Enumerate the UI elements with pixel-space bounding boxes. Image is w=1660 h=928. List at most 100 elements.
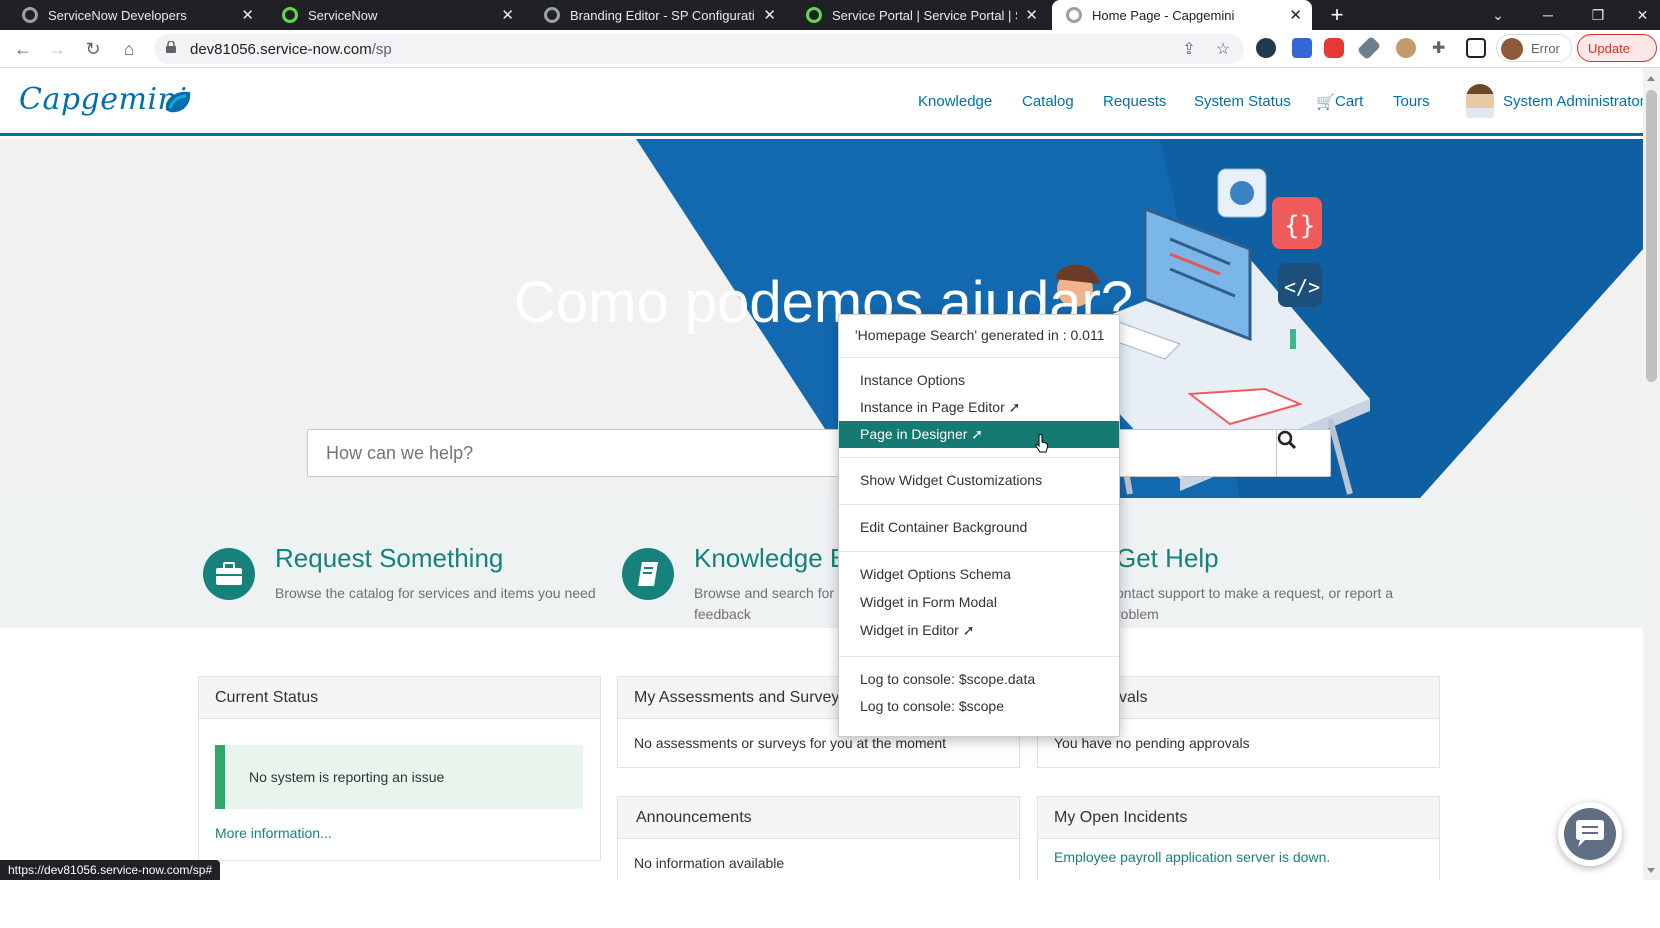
current-status-widget: Current Status No system is reporting an… bbox=[198, 676, 601, 861]
user-menu-name[interactable]: System Administrator bbox=[1503, 93, 1643, 110]
servicenow-favicon-icon bbox=[22, 7, 38, 23]
red-extension-icon[interactable] bbox=[1324, 38, 1344, 58]
nav-system-status[interactable]: System Status bbox=[1194, 93, 1291, 110]
menu-item-show-widget-customizations[interactable]: Show Widget Customizations bbox=[839, 467, 1119, 493]
tab-title: Branding Editor - SP Configuratic bbox=[570, 7, 756, 23]
tile-title: Get Help bbox=[1116, 543, 1219, 573]
close-tab-icon[interactable]: ✕ bbox=[1025, 6, 1038, 24]
minimize-icon[interactable]: ─ bbox=[1525, 0, 1571, 30]
tab-title: ServiceNow bbox=[308, 7, 378, 23]
nav-tours[interactable]: Tours bbox=[1393, 93, 1430, 110]
update-label: Update bbox=[1588, 41, 1630, 56]
panel-header: My Open Incidents bbox=[1038, 797, 1439, 839]
browser-tab[interactable]: Service Portal | Service Portal | Se ✕ bbox=[792, 0, 1048, 30]
url-text: dev81056.service-now.com/sp bbox=[190, 41, 392, 58]
cookie-extension-icon[interactable] bbox=[1396, 38, 1416, 58]
pen-extension-icon[interactable] bbox=[1356, 35, 1382, 61]
search-button[interactable] bbox=[1276, 430, 1330, 476]
menu-item-instance-options[interactable]: Instance Options bbox=[839, 367, 1119, 393]
tile-title: Knowledge B bbox=[694, 543, 848, 573]
hand-cursor-icon bbox=[1035, 434, 1049, 453]
panel-title: Announcements bbox=[636, 809, 752, 826]
scroll-thumb[interactable] bbox=[1646, 90, 1657, 382]
new-tab-plus-icon[interactable]: + bbox=[1322, 0, 1352, 30]
panel-title: Current Status bbox=[215, 689, 319, 706]
close-tab-icon[interactable]: ✕ bbox=[501, 6, 514, 24]
scroll-down-arrow-icon[interactable] bbox=[1647, 868, 1655, 873]
menu-divider bbox=[839, 504, 1119, 505]
tile-description: Browse and search for feedback bbox=[694, 585, 835, 622]
close-tab-icon[interactable]: ✕ bbox=[763, 6, 776, 24]
panel-header: Announcements bbox=[618, 797, 1019, 839]
close-tab-icon[interactable]: ✕ bbox=[1289, 6, 1302, 24]
menu-item-edit-container-background[interactable]: Edit Container Background bbox=[839, 514, 1119, 540]
servicenow-favicon-icon bbox=[282, 7, 298, 23]
share-icon[interactable]: ⇪ bbox=[1180, 41, 1198, 59]
virtual-agent-chat-button[interactable] bbox=[1558, 802, 1622, 866]
gear-extension-icon[interactable] bbox=[1256, 38, 1276, 58]
open-incidents-widget: My Open Incidents Employee payroll appli… bbox=[1037, 796, 1440, 880]
tile-title: Request Something bbox=[275, 543, 504, 573]
side-panel-icon[interactable] bbox=[1466, 38, 1486, 58]
browser-tab[interactable]: ServiceNow Developers ✕ bbox=[8, 0, 264, 30]
browser-tab[interactable]: Branding Editor - SP Configuratic ✕ bbox=[530, 0, 786, 30]
menu-item-log-scope[interactable]: Log to console: $scope bbox=[839, 693, 1119, 719]
puzzle-extensions-icon[interactable]: ✚ bbox=[1432, 38, 1452, 58]
browser-tab-active[interactable]: Home Page - Capgemini ✕ bbox=[1052, 0, 1312, 30]
nav-cart[interactable]: Cart bbox=[1335, 93, 1363, 110]
more-information-link[interactable]: More information... bbox=[215, 825, 332, 841]
status-message: No system is reporting an issue bbox=[249, 769, 445, 785]
nav-knowledge[interactable]: Knowledge bbox=[918, 93, 992, 110]
update-button[interactable]: Update bbox=[1577, 34, 1657, 62]
servicenow-favicon-icon bbox=[544, 7, 560, 23]
service-portal-page: Capgemini Knowledge Catalog Requests Sys… bbox=[0, 68, 1643, 880]
announcements-widget: Announcements No information available bbox=[617, 796, 1020, 880]
widget-context-menu: 'Homepage Search' generated in : 0.011 I… bbox=[838, 314, 1120, 737]
profile-error-button[interactable]: Error bbox=[1496, 34, 1572, 62]
browser-tab[interactable]: ServiceNow ✕ bbox=[268, 0, 524, 30]
incident-link[interactable]: Employee payroll application server is d… bbox=[1054, 849, 1330, 865]
profile-avatar bbox=[1501, 38, 1523, 60]
close-tab-icon[interactable]: ✕ bbox=[241, 6, 254, 24]
back-arrow-icon[interactable]: ← bbox=[8, 34, 38, 64]
menu-divider bbox=[839, 551, 1119, 552]
error-label: Error bbox=[1531, 41, 1560, 56]
briefcase-icon bbox=[203, 548, 255, 600]
menu-item-instance-page-editor[interactable]: Instance in Page Editor ➚ bbox=[839, 394, 1119, 420]
page-scrollbar[interactable] bbox=[1643, 68, 1660, 880]
globe-favicon-icon bbox=[1066, 7, 1082, 23]
home-icon[interactable]: ⌂ bbox=[114, 34, 144, 64]
menu-item-widget-in-editor[interactable]: Widget in Editor ➚ bbox=[839, 617, 1119, 643]
chat-bubble-icon bbox=[1564, 808, 1616, 860]
homepage-search bbox=[307, 429, 1331, 477]
menu-header: 'Homepage Search' generated in : 0.011 bbox=[855, 327, 1105, 343]
search-input[interactable] bbox=[308, 430, 1276, 476]
forward-arrow-icon[interactable]: → bbox=[42, 34, 72, 64]
close-window-icon[interactable]: ✕ bbox=[1625, 0, 1660, 30]
address-bar[interactable]: dev81056.service-now.com/sp ⇪ ☆ bbox=[154, 34, 1244, 64]
book-icon bbox=[622, 548, 674, 600]
user-avatar[interactable] bbox=[1466, 84, 1494, 118]
hero-banner: {} </> Como podemos ajudar? bbox=[0, 139, 1643, 498]
panel-message: You have no pending approvals bbox=[1054, 735, 1250, 751]
menu-item-log-scope-data[interactable]: Log to console: $scope.data bbox=[839, 666, 1119, 692]
tile-description: ontact support to make a request, or rep… bbox=[1116, 585, 1394, 622]
nav-catalog[interactable]: Catalog bbox=[1022, 93, 1074, 110]
link-preview-status: https://dev81056.service-now.com/sp# bbox=[0, 860, 221, 880]
menu-item-widget-options-schema[interactable]: Widget Options Schema bbox=[839, 561, 1119, 587]
tile-description: Browse the catalog for services and item… bbox=[275, 585, 596, 601]
badge-extension-icon[interactable] bbox=[1292, 38, 1312, 58]
reload-icon[interactable]: ↻ bbox=[78, 34, 108, 64]
scroll-up-arrow-icon[interactable] bbox=[1647, 76, 1655, 81]
menu-item-widget-form-modal[interactable]: Widget in Form Modal bbox=[839, 589, 1119, 615]
portal-header: Capgemini Knowledge Catalog Requests Sys… bbox=[0, 68, 1643, 136]
restore-icon[interactable]: ❐ bbox=[1575, 0, 1621, 30]
menu-item-page-in-designer[interactable]: Page in Designer ➚ bbox=[839, 421, 1119, 448]
status-ok-alert: No system is reporting an issue bbox=[215, 745, 583, 809]
tab-search-chevron-icon[interactable]: ⌄ bbox=[1475, 0, 1521, 30]
bookmark-star-icon[interactable]: ☆ bbox=[1214, 41, 1232, 59]
cart-icon[interactable]: 🛒 bbox=[1316, 93, 1335, 111]
url-path: /sp bbox=[371, 41, 392, 58]
nav-requests[interactable]: Requests bbox=[1103, 93, 1166, 110]
browser-tab-strip: ServiceNow Developers ✕ ServiceNow ✕ Bra… bbox=[0, 0, 1660, 30]
